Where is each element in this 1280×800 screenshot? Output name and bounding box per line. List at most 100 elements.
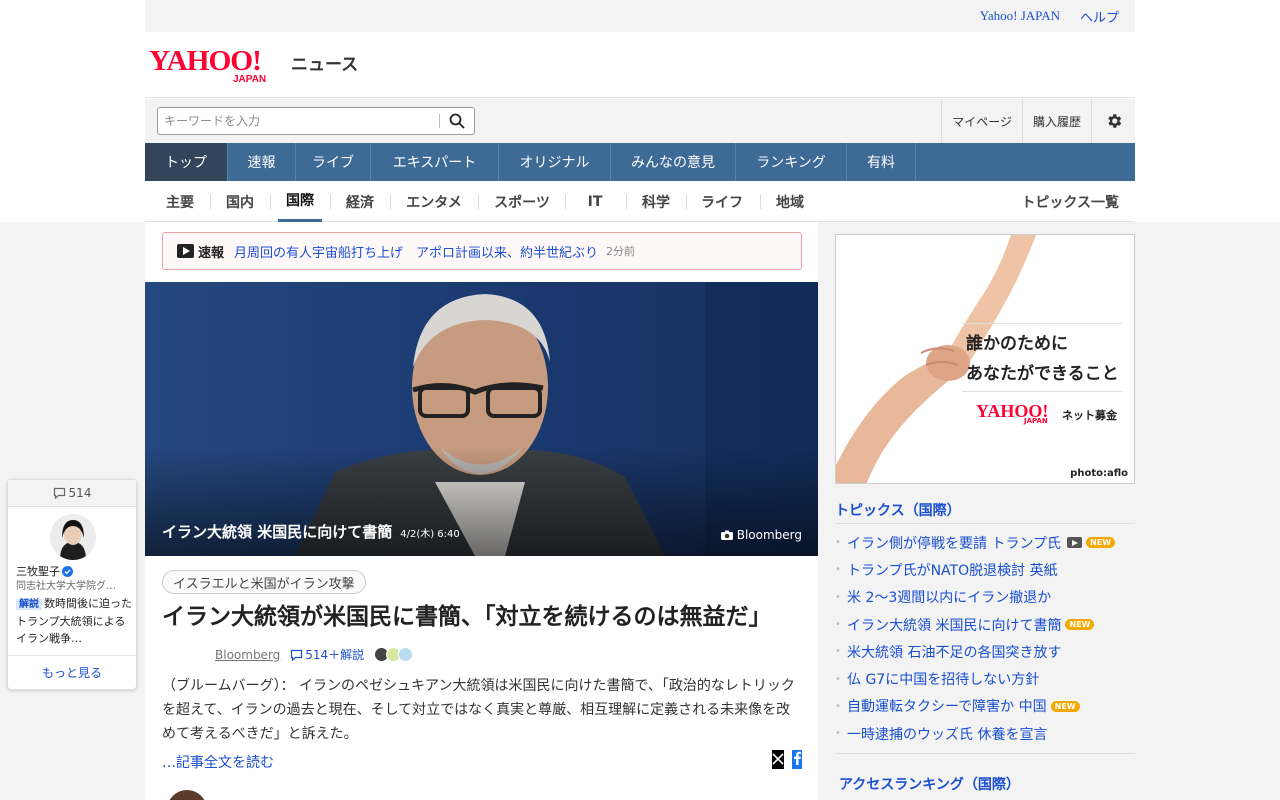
gear-icon bbox=[1107, 114, 1121, 128]
breaking-news-banner[interactable]: 速報 月周回の有人宇宙船打ち上げ アポロ計画以来、約半世紀ぶり 2分前 bbox=[162, 232, 802, 270]
avatar[interactable] bbox=[50, 514, 96, 560]
logo-brand-sub: JAPAN bbox=[233, 74, 267, 85]
category-sports[interactable]: スポーツ bbox=[488, 181, 556, 222]
search-button[interactable] bbox=[440, 108, 474, 134]
hero-photo bbox=[145, 282, 818, 556]
yahoo-news-logo[interactable]: YAHOO! JAPAN bbox=[149, 46, 289, 86]
access-ranking-heading[interactable]: アクセスランキング（国際） bbox=[839, 774, 1020, 794]
header-links: マイページ 購入履歴 bbox=[941, 99, 1135, 143]
article-comments-link[interactable]: 514＋解説 bbox=[290, 646, 364, 663]
topic-link[interactable]: 自動運転タクシーで障害か 中国 bbox=[847, 696, 1047, 716]
settings-button[interactable] bbox=[1091, 99, 1135, 143]
category-divider bbox=[686, 194, 687, 209]
ad-headline-1: 誰かのために bbox=[966, 334, 1068, 354]
play-icon bbox=[177, 244, 194, 258]
bullet-icon: • bbox=[835, 537, 841, 549]
nav-ranking[interactable]: ランキング bbox=[736, 143, 847, 181]
hero-source: Bloomberg bbox=[720, 528, 802, 542]
ad-brand-sub: JAPAN bbox=[1024, 417, 1048, 425]
nav-opinions[interactable]: みんなの意見 bbox=[611, 143, 736, 181]
nav-breaking[interactable]: 速報 bbox=[228, 143, 296, 181]
article-summary: （ブルームバーグ）： イランのペゼシュキアン大統領は米国民に向けた書簡で、「政治… bbox=[162, 678, 795, 742]
expert-comment-snippet[interactable]: 解説 数時間後に迫ったトランプ大統領によるイラン戦争… bbox=[16, 595, 132, 647]
donation-ad-banner[interactable]: 誰かのために あなたができること YAHOO! JAPAN ネット募金 phot… bbox=[835, 234, 1135, 484]
see-more-button[interactable]: もっと見る bbox=[8, 655, 136, 689]
category-life[interactable]: ライフ bbox=[696, 181, 748, 222]
hero-source-label: Bloomberg bbox=[736, 528, 802, 542]
mypage-link[interactable]: マイページ bbox=[941, 99, 1022, 143]
nav-paid[interactable]: 有料 bbox=[847, 143, 916, 181]
camera-icon bbox=[720, 530, 733, 540]
article-meta: Bloomberg 514＋解説 bbox=[215, 646, 414, 663]
help-link[interactable]: ヘルプ bbox=[1080, 7, 1119, 26]
category-science[interactable]: 科学 bbox=[636, 181, 676, 222]
list-item[interactable]: • 仏 G7に中国を招待しない方針 bbox=[835, 665, 1135, 692]
topics-list-link[interactable]: トピックス一覧 bbox=[1021, 181, 1119, 222]
logo-row: YAHOO! JAPAN ニュース bbox=[145, 32, 1135, 98]
nav-expert[interactable]: エキスパート bbox=[371, 143, 499, 181]
expert-avatars bbox=[374, 647, 414, 662]
facebook-share-button[interactable] bbox=[792, 750, 802, 769]
yahoo-japan-link[interactable]: Yahoo! JAPAN bbox=[980, 8, 1060, 24]
topic-link[interactable]: 仏 G7に中国を招待しない方針 bbox=[847, 669, 1039, 689]
new-badge: NEW bbox=[1050, 700, 1080, 712]
x-share-button[interactable] bbox=[772, 750, 784, 769]
category-it[interactable]: IT bbox=[575, 181, 615, 222]
expert-affiliation: 同志社大学大学院グ… bbox=[16, 581, 116, 592]
bullet-icon: • bbox=[835, 619, 841, 631]
category-regional[interactable]: 地域 bbox=[770, 181, 810, 222]
video-icon bbox=[1067, 537, 1083, 549]
search-box bbox=[157, 107, 475, 135]
hero-image[interactable]: イラン大統領 米国民に向けて書簡 4/2(木) 6:40 Bloomberg bbox=[145, 282, 818, 556]
topic-link[interactable]: 米 2～3週間以内にイラン撤退か bbox=[847, 587, 1051, 607]
category-domestic[interactable]: 国内 bbox=[220, 181, 260, 222]
category-divider bbox=[330, 194, 331, 209]
hero-date: 4/2(木) 6:40 bbox=[400, 529, 460, 540]
purchase-history-link[interactable]: 購入履歴 bbox=[1021, 99, 1091, 143]
topic-link[interactable]: イラン大統領 米国民に向けて書簡 bbox=[847, 615, 1061, 635]
topic-link[interactable]: 米大統領 石油不足の各国突き放す bbox=[847, 642, 1061, 662]
list-item[interactable]: • トランプ氏がNATO脱退検討 英紙 bbox=[835, 556, 1135, 583]
category-divider bbox=[760, 194, 761, 209]
ad-headline-2: あなたができること bbox=[966, 364, 1119, 384]
category-main[interactable]: 主要 bbox=[160, 181, 200, 222]
list-item[interactable]: • イラン側が停戦を要請 トランプ氏 NEW bbox=[835, 529, 1135, 556]
list-item[interactable]: • 一時逮捕のウッズ氏 休養を宣言 bbox=[835, 720, 1135, 747]
main-column: 速報 月周回の有人宇宙船打ち上げ アポロ計画以来、約半世紀ぶり 2分前 イラン大… bbox=[145, 222, 818, 800]
expert-comment-count-value: 514 bbox=[68, 486, 92, 500]
explanation-badge: 解説 bbox=[16, 599, 42, 610]
expert-comment-count[interactable]: 514 bbox=[8, 480, 136, 507]
topic-tag[interactable]: イスラエルと米国がイラン攻撃 bbox=[162, 570, 366, 594]
read-more-link[interactable]: …記事全文を読む bbox=[162, 752, 274, 772]
nav-top[interactable]: トップ bbox=[145, 143, 228, 181]
article-comments-count: 514＋解説 bbox=[305, 648, 365, 662]
ad-photo-credit: photo:aflo bbox=[1070, 468, 1128, 479]
article-headline[interactable]: イラン大統領が米国民に書簡、「対立を続けるのは無益だ」 bbox=[162, 600, 792, 634]
topic-link[interactable]: イラン側が停戦を要請 トランプ氏 bbox=[847, 533, 1061, 553]
category-international[interactable]: 国際 bbox=[278, 181, 322, 222]
bullet-icon: • bbox=[835, 646, 841, 658]
list-item[interactable]: • 米 2～3週間以内にイラン撤退か bbox=[835, 584, 1135, 611]
topics-heading[interactable]: トピックス（国際） bbox=[835, 500, 1135, 524]
verified-icon bbox=[62, 565, 73, 577]
nav-live[interactable]: ライブ bbox=[296, 143, 371, 181]
ad-service-name: ネット募金 bbox=[1062, 409, 1117, 422]
category-divider bbox=[210, 194, 211, 209]
bullet-icon: • bbox=[835, 564, 841, 576]
list-item[interactable]: • イラン大統領 米国民に向けて書簡 NEW bbox=[835, 611, 1135, 638]
expert-comment-card: 514 三牧聖子 同志社大学大学院グ… 解説 数時間後に迫ったトランプ大統領による… bbox=[7, 479, 137, 690]
category-economy[interactable]: 経済 bbox=[340, 181, 380, 222]
bullet-icon: • bbox=[835, 700, 841, 712]
topic-link[interactable]: トランプ氏がNATO脱退検討 英紙 bbox=[847, 560, 1058, 580]
article-source-link[interactable]: Bloomberg bbox=[215, 648, 280, 662]
avatar bbox=[398, 647, 414, 662]
nav-original[interactable]: オリジナル bbox=[499, 143, 611, 181]
list-item[interactable]: • 自動運転タクシーで障害か 中国 NEW bbox=[835, 693, 1135, 720]
list-item[interactable]: • 米大統領 石油不足の各国突き放す bbox=[835, 638, 1135, 665]
comment-icon bbox=[53, 487, 65, 499]
topic-link[interactable]: 一時逮捕のウッズ氏 休養を宣言 bbox=[847, 724, 1047, 744]
category-entertainment[interactable]: エンタメ bbox=[400, 181, 468, 222]
bullet-icon: • bbox=[835, 591, 841, 603]
search-input[interactable] bbox=[158, 108, 439, 134]
bullet-icon: • bbox=[835, 728, 841, 740]
